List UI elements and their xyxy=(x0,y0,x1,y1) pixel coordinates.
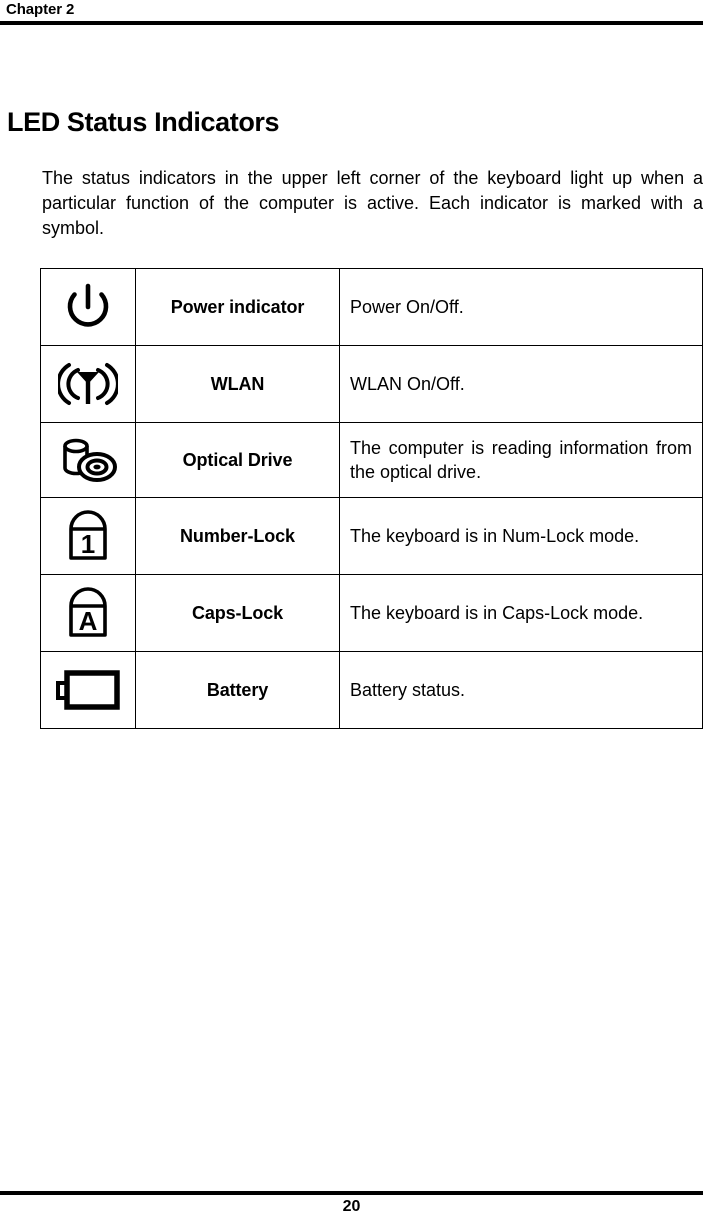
table-row: Battery Battery status. xyxy=(40,651,703,729)
icon-cell xyxy=(40,345,136,423)
page-number: 20 xyxy=(342,1198,361,1215)
intro-paragraph: The status indicators in the upper left … xyxy=(42,168,703,238)
page-footer: 20 xyxy=(0,1154,703,1215)
page-header: Chapter 2 xyxy=(0,0,703,26)
indicator-name: WLAN xyxy=(210,373,265,394)
indicator-description-cell: WLAN On/Off. xyxy=(339,345,703,423)
indicator-description: Power On/Off. xyxy=(350,297,464,317)
led-indicator-table: Power indicator Power On/Off. WLAN WLAN … xyxy=(40,268,703,729)
wlan-antenna-icon xyxy=(58,358,118,410)
indicator-name-cell: Power indicator xyxy=(135,268,340,346)
indicator-description: The keyboard is in Caps-Lock mode. xyxy=(350,603,644,623)
indicator-name: Power indicator xyxy=(170,296,305,317)
indicator-description: WLAN On/Off. xyxy=(350,374,465,394)
caps-lock-icon: A xyxy=(63,585,113,641)
table-row: A Caps-Lock The keyboard is in Caps-Lock… xyxy=(40,574,703,652)
icon-cell: A xyxy=(40,574,136,652)
indicator-description-cell: Power On/Off. xyxy=(339,268,703,346)
table-row: Optical Drive The computer is reading in… xyxy=(40,422,703,498)
indicator-name-cell: Caps-Lock xyxy=(135,574,340,652)
icon-cell: 1 xyxy=(40,497,136,575)
page-title: LED Status Indicators xyxy=(7,107,280,138)
indicator-description-cell: The keyboard is in Caps-Lock mode. xyxy=(339,574,703,652)
indicator-name-cell: Optical Drive xyxy=(135,422,340,498)
indicator-name: Optical Drive xyxy=(182,449,293,470)
indicator-description-cell: The computer is reading information from… xyxy=(339,422,703,498)
optical-drive-icon xyxy=(57,435,119,485)
icon-cell xyxy=(40,422,136,498)
indicator-description-cell: Battery status. xyxy=(339,651,703,729)
indicator-name: Caps-Lock xyxy=(191,602,284,623)
chapter-label: Chapter 2 xyxy=(6,1,75,18)
header-divider xyxy=(0,21,703,25)
indicator-name: Battery xyxy=(206,679,269,700)
indicator-name-cell: Battery xyxy=(135,651,340,729)
footer-divider xyxy=(0,1191,703,1195)
table-row: 1 Number-Lock The keyboard is in Num-Loc… xyxy=(40,497,703,575)
indicator-description: Battery status. xyxy=(350,680,466,700)
lock-glyph: 1 xyxy=(81,529,95,559)
indicator-description: The computer is reading information from… xyxy=(350,438,692,482)
power-icon xyxy=(61,280,115,334)
indicator-name: Number-Lock xyxy=(180,525,295,546)
icon-cell xyxy=(40,268,136,346)
table-row: WLAN WLAN On/Off. xyxy=(40,345,703,423)
indicator-name-cell: WLAN xyxy=(135,345,340,423)
battery-icon xyxy=(56,668,120,712)
lock-glyph: A xyxy=(79,606,98,636)
icon-cell xyxy=(40,651,136,729)
table-row: Power indicator Power On/Off. xyxy=(40,268,703,346)
indicator-name-cell: Number-Lock xyxy=(135,497,340,575)
number-lock-icon: 1 xyxy=(63,508,113,564)
indicator-description-cell: The keyboard is in Num-Lock mode. xyxy=(339,497,703,575)
indicator-description: The keyboard is in Num-Lock mode. xyxy=(350,526,640,546)
